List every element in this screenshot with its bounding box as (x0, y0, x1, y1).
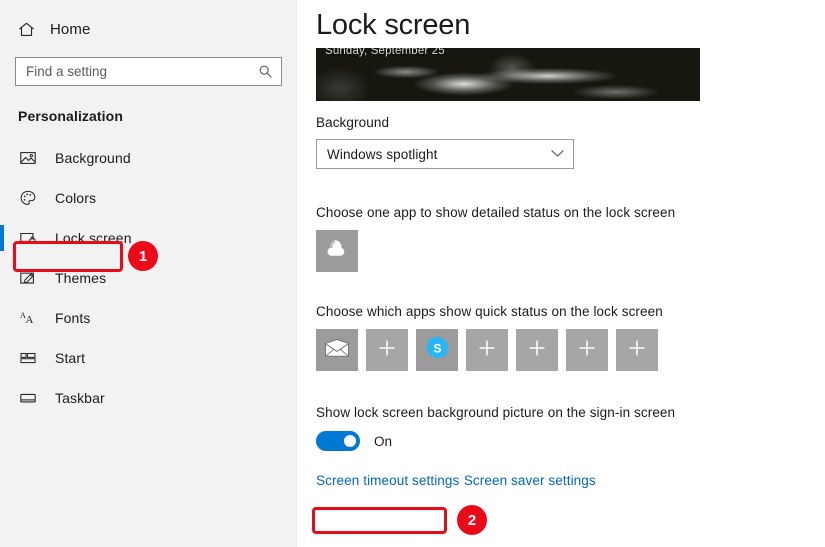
page-title: Lock screen (316, 9, 471, 41)
quick-status-tile-add-1[interactable] (366, 329, 408, 371)
annotation-badge-2: 2 (457, 505, 487, 535)
preview-date-text: Sunday, September 25 (325, 48, 445, 57)
background-label: Background (316, 115, 390, 130)
sidebar-home-label: Home (50, 20, 91, 38)
plus-icon (577, 338, 597, 363)
sidebar-item-lock-screen-label: Lock screen (55, 230, 132, 246)
sidebar-item-start[interactable]: Start (0, 338, 296, 378)
search-input[interactable] (16, 59, 251, 84)
screen-saver-settings-link-wrap: Screen saver settings (464, 472, 596, 490)
start-icon (18, 348, 38, 368)
main-panel: Lock screen Sunday, September 25 Backgro… (297, 0, 825, 547)
sidebar-section-title: Personalization (18, 108, 123, 124)
chevron-down-icon (551, 145, 564, 163)
fonts-icon: A A (18, 308, 38, 328)
detailed-status-tiles (316, 230, 825, 272)
palette-icon (18, 188, 38, 208)
plus-icon (377, 338, 397, 363)
plus-icon (627, 338, 647, 363)
sidebar-item-colors[interactable]: Colors (0, 178, 296, 218)
quick-status-tile-add-2[interactable] (466, 329, 508, 371)
sidebar-item-fonts[interactable]: A A Fonts (0, 298, 296, 338)
search-icon[interactable] (251, 58, 279, 85)
quick-status-tiles: S (316, 329, 825, 371)
detailed-status-tile-weather[interactable] (316, 230, 358, 272)
taskbar-icon (18, 388, 38, 408)
toggle-knob (344, 435, 356, 447)
quick-status-tile-mail[interactable] (316, 329, 358, 371)
sidebar-item-fonts-label: Fonts (55, 310, 91, 326)
sidebar-item-background-label: Background (55, 150, 131, 166)
screen-saver-settings-link[interactable]: Screen saver settings (464, 473, 596, 488)
signin-toggle-state: On (374, 433, 393, 449)
sidebar-item-home[interactable]: Home (17, 14, 296, 44)
background-dropdown-value: Windows spotlight (327, 146, 438, 162)
search-box[interactable] (15, 57, 282, 86)
lock-screen-icon (18, 228, 38, 248)
sidebar-nav: Background Colors Lock screen Themes A A… (0, 138, 296, 418)
lock-screen-preview: Sunday, September 25 (316, 48, 700, 101)
settings-window: Home Personalization (0, 0, 825, 547)
sidebar-item-start-label: Start (55, 350, 86, 366)
svg-text:S: S (433, 342, 441, 356)
plus-icon (477, 338, 497, 363)
quick-status-caption: Choose which apps show quick status on t… (316, 304, 663, 319)
detailed-status-caption: Choose one app to show detailed status o… (316, 205, 676, 220)
sidebar-item-background[interactable]: Background (0, 138, 296, 178)
screen-timeout-settings-link[interactable]: Screen timeout settings (316, 473, 459, 488)
quick-status-tile-add-3[interactable] (516, 329, 558, 371)
home-icon (17, 20, 36, 39)
sidebar: Home Personalization (0, 0, 297, 547)
sidebar-item-themes-label: Themes (55, 270, 107, 286)
quick-status-tile-add-4[interactable] (566, 329, 608, 371)
sidebar-item-taskbar-label: Taskbar (55, 390, 105, 406)
sidebar-item-taskbar[interactable]: Taskbar (0, 378, 296, 418)
mail-icon (324, 338, 350, 363)
weather-icon (324, 237, 350, 266)
signin-caption: Show lock screen background picture on t… (316, 405, 676, 420)
quick-status-tile-skype[interactable]: S (416, 329, 458, 371)
picture-icon (18, 148, 38, 168)
plus-icon (527, 338, 547, 363)
svg-text:A: A (25, 314, 33, 326)
background-dropdown[interactable]: Windows spotlight (316, 139, 574, 169)
skype-icon: S (425, 335, 450, 365)
signin-background-toggle[interactable] (316, 431, 360, 451)
sidebar-item-colors-label: Colors (55, 190, 97, 206)
themes-icon (18, 268, 38, 288)
quick-status-tile-add-5[interactable] (616, 329, 658, 371)
signin-toggle-row: On (316, 431, 825, 451)
annotation-badge-1: 1 (128, 241, 158, 271)
